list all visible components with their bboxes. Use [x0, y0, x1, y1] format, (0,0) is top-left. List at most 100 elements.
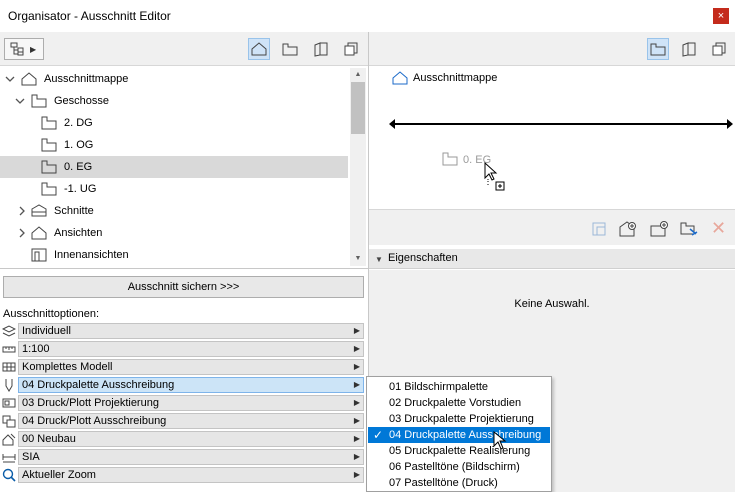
layout-book-icon — [682, 42, 696, 57]
divider — [0, 268, 368, 269]
scale-select[interactable]: 1:100 ▶ — [18, 341, 364, 357]
left-panel: ▶ Ausschnittmappe Geschosse 2. DG 1. OG … — [0, 32, 368, 492]
pen-set-popup-menu: 01 Bildschirmpalette 02 Druckpalette Vor… — [366, 376, 552, 492]
save-view-button[interactable]: Ausschnitt sichern >>> — [3, 276, 364, 298]
right-toolbar — [369, 32, 735, 66]
option-structure-display: Komplettes Modell ▶ — [0, 358, 366, 376]
zoom-icon — [2, 468, 16, 482]
menu-item-pen-set-selected[interactable]: ✓ 04 Druckpalette Ausschreibung — [368, 427, 550, 443]
tree-item-label: Geschosse — [54, 95, 110, 107]
menu-item-pen-set[interactable]: 03 Druckpalette Projektierung — [368, 411, 550, 427]
tree-item-label: Ausschnittmappe — [44, 73, 129, 85]
select-value: 1:100 — [22, 343, 50, 355]
chevron-right-icon: ▶ — [353, 470, 360, 479]
menu-item-pen-set[interactable]: 01 Bildschirmpalette — [368, 379, 550, 395]
select-value: 04 Druck/Plott Ausschreibung — [22, 415, 167, 427]
tree-item-label: -1. UG — [64, 183, 97, 195]
publisher-sets-button[interactable] — [708, 38, 730, 60]
scroll-up-icon[interactable]: ▲ — [350, 68, 366, 82]
tree-item-1-og[interactable]: 1. OG — [0, 134, 348, 156]
select-value: SIA — [22, 451, 40, 463]
view-map-button[interactable] — [279, 38, 301, 60]
view-map-icon — [650, 43, 666, 56]
expand-arrow-icon[interactable] — [4, 73, 16, 85]
layout-book-button[interactable] — [678, 38, 700, 60]
tree-item-ansichten[interactable]: Ansichten — [0, 222, 348, 244]
chevron-right-icon: ▶ — [353, 416, 360, 425]
chevron-right-icon: ▶ — [30, 44, 37, 54]
view-map-button[interactable] — [647, 38, 669, 60]
renovation-filter-select[interactable]: 00 Neubau ▶ — [18, 431, 364, 447]
structure-display-icon — [2, 362, 16, 372]
view-map-folder-icon — [392, 71, 408, 85]
new-folder-icon[interactable] — [618, 220, 638, 238]
properties-title: Eigenschaften — [388, 252, 458, 264]
story-icon — [442, 152, 458, 166]
story-icon — [41, 182, 57, 196]
menu-item-pen-set[interactable]: 05 Druckpalette Realisierung — [368, 443, 550, 459]
mouse-cursor-icon — [493, 431, 507, 450]
publisher-sets-icon — [712, 42, 726, 56]
tree-item-label: 1. OG — [64, 139, 94, 151]
select-value: Komplettes Modell — [22, 361, 113, 373]
tree-item-innenansichten[interactable]: Innenansichten — [0, 244, 348, 266]
layers-select[interactable]: Individuell ▶ — [18, 323, 364, 339]
scrollbar-thumb[interactable] — [351, 82, 365, 134]
tree-item-ausschnittmappe[interactable]: Ausschnittmappe — [0, 68, 348, 90]
graphic-override-select[interactable]: 04 Druck/Plott Ausschreibung ▶ — [18, 413, 364, 429]
publisher-sets-button[interactable] — [340, 38, 362, 60]
story-icon — [31, 94, 47, 108]
collapse-arrow-icon[interactable] — [16, 227, 28, 239]
tree-item-label: 0. EG — [64, 161, 93, 173]
publisher-sets-icon — [344, 42, 358, 56]
title-bar: Organisator - Ausschnitt Editor × — [0, 0, 735, 32]
elevation-icon — [31, 226, 47, 240]
close-button[interactable]: × — [713, 8, 729, 24]
new-view-icon[interactable] — [649, 220, 669, 238]
view-map-area[interactable]: Ausschnittmappe 0. EG — [369, 66, 735, 208]
tree-item-schnitte[interactable]: Schnitte — [0, 200, 348, 222]
tree-item-minus-1-ug[interactable]: -1. UG — [0, 178, 348, 200]
drag-copy-cursor-icon — [484, 162, 505, 191]
pen-set-select[interactable]: 04 Druckpalette Ausschreibung ▶ — [18, 377, 364, 393]
layout-book-button[interactable] — [310, 38, 332, 60]
layers-icon — [2, 325, 16, 337]
collapse-arrow-icon[interactable] — [16, 205, 28, 217]
section-icon — [31, 204, 47, 217]
menu-item-label: 04 Druckpalette Ausschreibung — [389, 429, 542, 441]
no-selection-text: Keine Auswahl. — [514, 298, 590, 310]
zoom-select[interactable]: Aktueller Zoom ▶ — [18, 467, 364, 483]
left-toolbar: ▶ — [0, 32, 368, 66]
view-options-label: Ausschnittoptionen: — [3, 308, 100, 320]
view-map-folder-icon — [21, 72, 37, 86]
tree-item-geschosse[interactable]: Geschosse — [0, 90, 348, 112]
tree-item-0-eg[interactable]: 0. EG — [0, 156, 348, 178]
chevron-right-icon: ▶ — [353, 452, 360, 461]
tree-scrollbar[interactable]: ▲ ▼ — [350, 68, 366, 266]
option-pen-set: 04 Druckpalette Ausschreibung ▶ — [0, 376, 366, 394]
window-title: Organisator - Ausschnitt Editor — [8, 9, 171, 23]
chevron-right-icon: ▶ — [353, 344, 360, 353]
menu-item-pen-set[interactable]: 02 Druckpalette Vorstudien — [368, 395, 550, 411]
clone-folder-icon[interactable] — [589, 220, 609, 238]
map-root-label: Ausschnittmappe — [413, 72, 498, 84]
model-view-select[interactable]: 03 Druck/Plott Projektierung ▶ — [18, 395, 364, 411]
settings-icon[interactable] — [679, 220, 699, 238]
collapse-triangle-icon[interactable]: ▼ — [375, 255, 383, 264]
project-map-button[interactable] — [248, 38, 270, 60]
select-value: 04 Druckpalette Ausschreibung — [22, 379, 175, 391]
map-connector-line — [389, 119, 733, 129]
option-renovation-filter: 00 Neubau ▶ — [0, 430, 366, 448]
scroll-down-icon[interactable]: ▼ — [350, 252, 366, 266]
delete-icon[interactable]: ✕ — [711, 218, 726, 239]
structure-display-select[interactable]: Komplettes Modell ▶ — [18, 359, 364, 375]
option-layers: Individuell ▶ — [0, 322, 366, 340]
tree-item-label: Ansichten — [54, 227, 103, 239]
tree-item-2-dg[interactable]: 2. DG — [0, 112, 348, 134]
menu-item-pen-set[interactable]: 06 Pastelltöne (Bildschirm) — [368, 459, 550, 475]
expand-arrow-icon[interactable] — [14, 95, 26, 107]
dimension-select[interactable]: SIA ▶ — [18, 449, 364, 465]
menu-item-pen-set[interactable]: 07 Pastelltöne (Druck) — [368, 475, 550, 491]
tree-view-dropdown[interactable]: ▶ — [4, 38, 44, 60]
properties-header[interactable]: ▼ Eigenschaften — [369, 249, 735, 269]
